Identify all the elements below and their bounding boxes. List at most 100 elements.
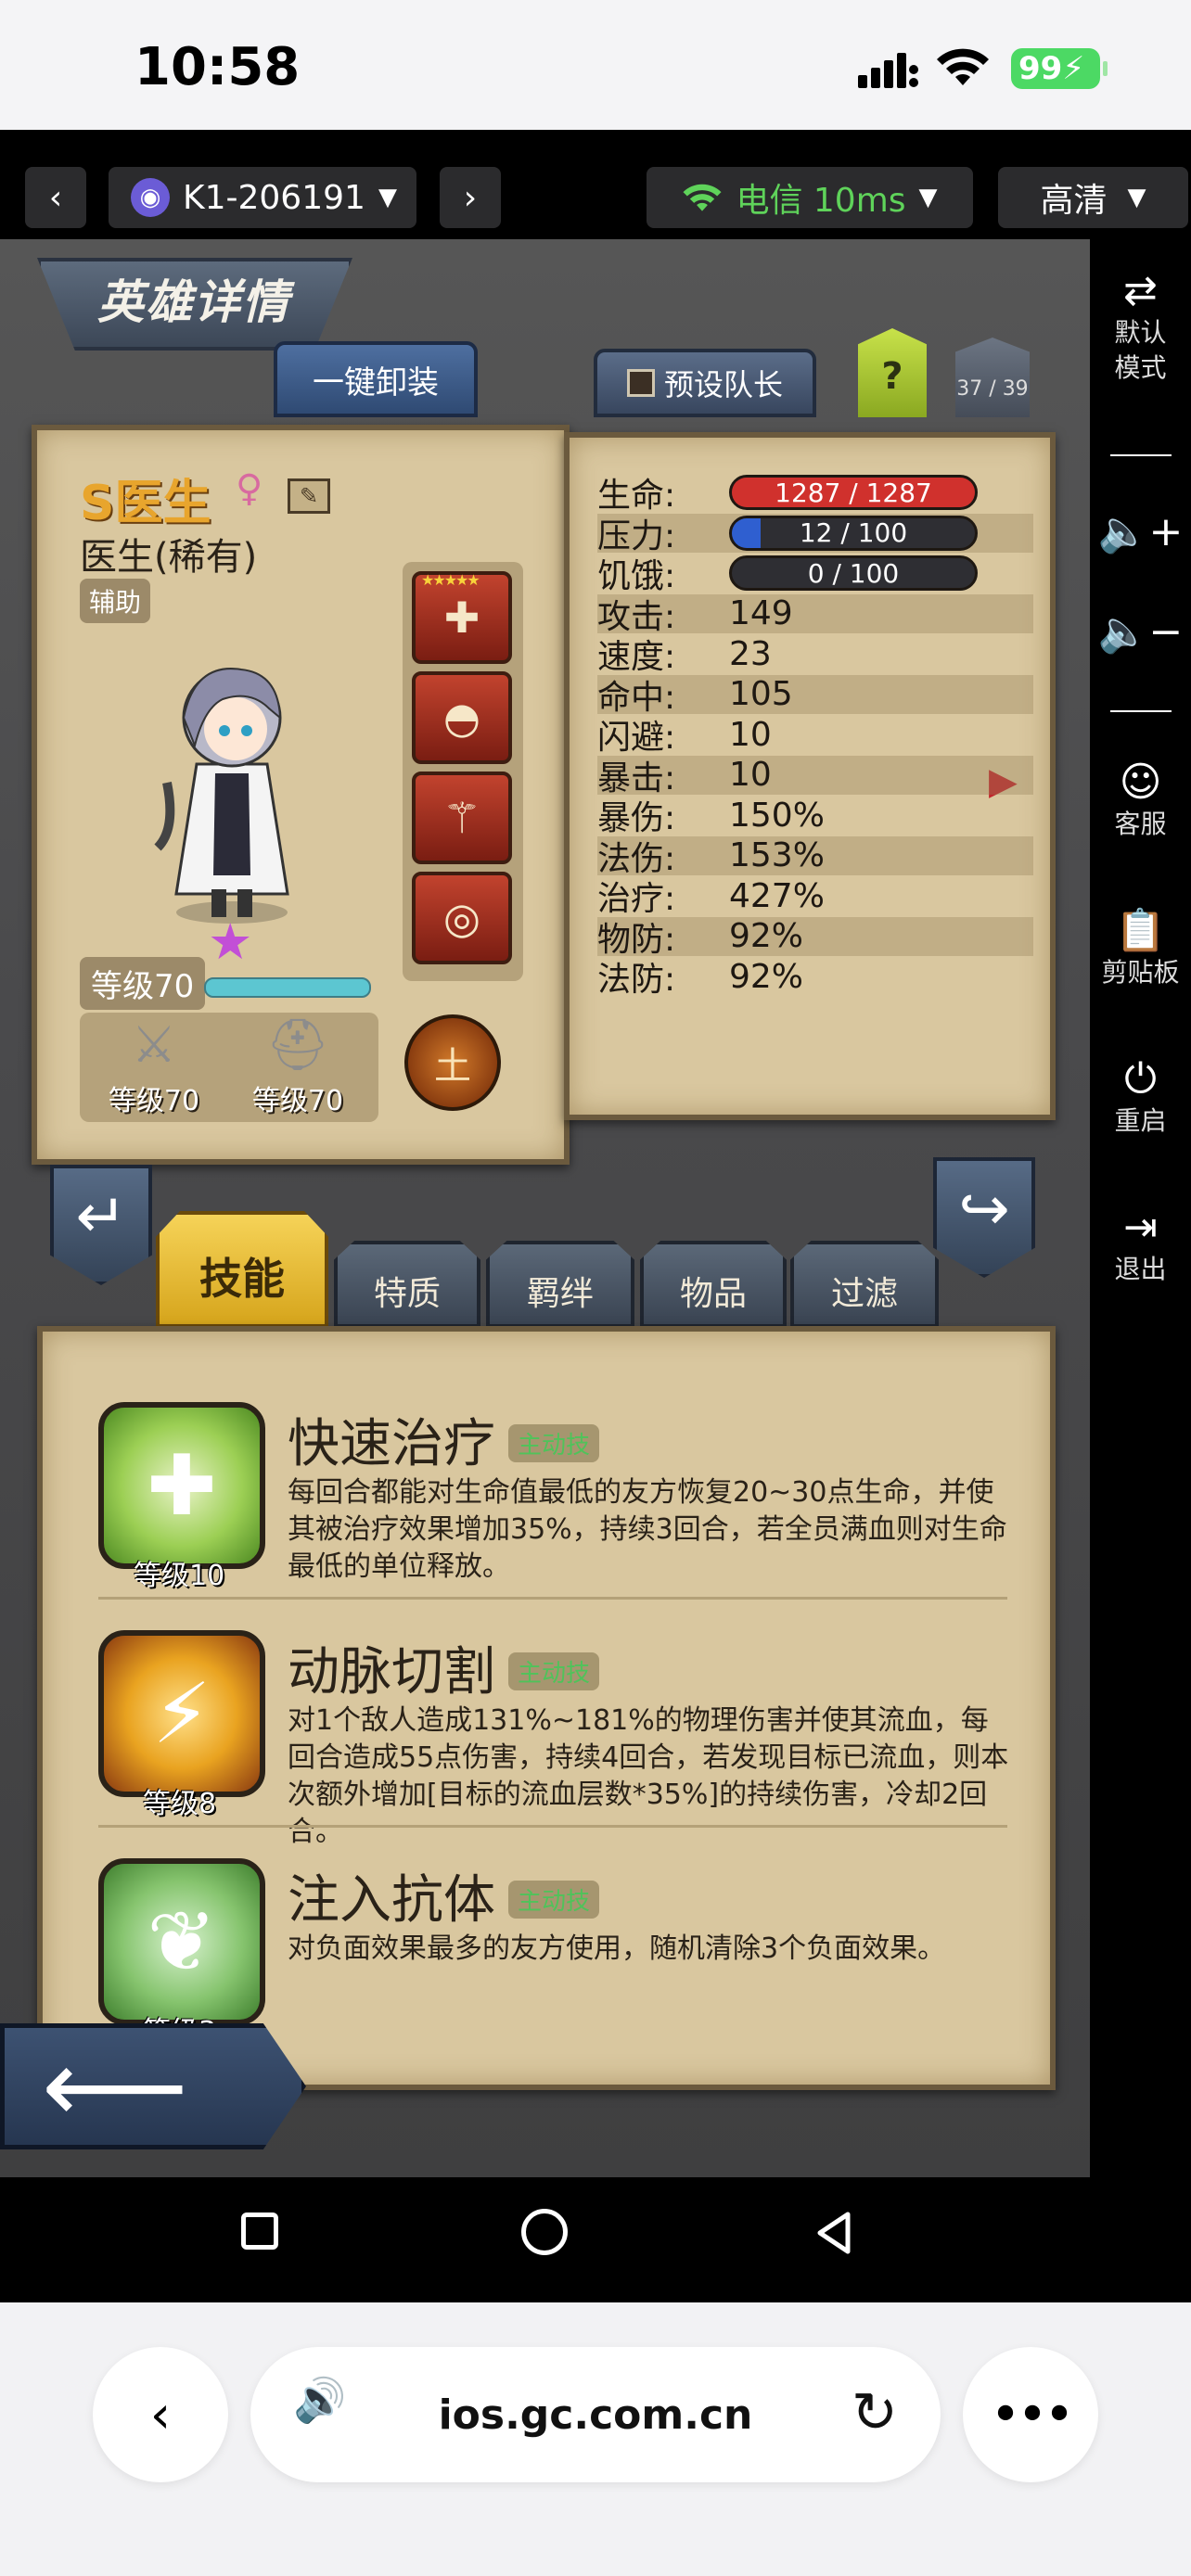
unequip-all-button[interactable]: 一键卸装 [274, 341, 478, 417]
volume-down-icon: 🔈− [1097, 608, 1184, 656]
browser-bar: ‹ 🔊 ios.gc.com.cn ↻ ••• [0, 2302, 1191, 2576]
help-button[interactable]: ? [858, 328, 927, 417]
stat-row: 命中: 105 [597, 674, 1033, 717]
prev-device-button[interactable]: ‹ [25, 167, 86, 228]
leaf-skill-icon: ❦ [98, 1858, 265, 2025]
device-selector[interactable]: ◉ K1-206191 ▼ [109, 167, 416, 228]
support-button[interactable]: ☺ 客服 [1090, 759, 1191, 842]
quality-label: 高清 [1040, 182, 1108, 220]
skill-level: 等级8 [143, 1788, 217, 1820]
stat-value: 427% [729, 876, 825, 915]
stat-bar: 1287 / 1287 [729, 475, 978, 510]
stars-icon: ★★★★★ [421, 571, 480, 589]
exit-button[interactable]: ⇥ 退出 [1090, 1204, 1191, 1287]
clipboard-icon: 📋 [1115, 907, 1166, 954]
prev-hero-button[interactable]: ↵ [50, 1165, 152, 1285]
edit-name-icon[interactable]: ✎ [288, 478, 330, 514]
blade-skill-icon: ⚡ [98, 1630, 265, 1797]
weapon-level: 等级70 [108, 1085, 200, 1117]
recent-apps-icon[interactable] [241, 2213, 278, 2250]
equip-slot-ring[interactable]: ◎ [412, 872, 512, 964]
cellular-signal-icon [858, 53, 918, 88]
equip-slot-staff[interactable]: ⚚ [412, 772, 512, 864]
stat-row: 闪避: 10 [597, 715, 1033, 758]
tab-traits[interactable]: 特质 [334, 1241, 480, 1328]
clipboard-button[interactable]: 📋 剪贴板 [1090, 907, 1191, 990]
caret-down-icon: ▼ [378, 184, 397, 211]
browser-back-button[interactable]: ‹ [93, 2347, 228, 2482]
clipboard-label: 剪贴板 [1101, 957, 1180, 988]
forward-arrow-icon: ↪ [958, 1172, 1010, 1244]
battery-level: 99 [1018, 50, 1063, 87]
volume-down-button[interactable]: 🔈− [1090, 608, 1191, 657]
preset-captain-checkbox[interactable] [626, 369, 655, 397]
stat-row: 饥饿: 0 / 100 [597, 554, 1033, 595]
rarity-star-icon: ★ [208, 912, 253, 971]
skills-panel: ✚ 等级10 快速治疗 主动技 每回合都能对生命值最低的友方恢复20~30点生命… [37, 1326, 1056, 2090]
stat-value: 10 [729, 715, 772, 754]
exit-label: 退出 [1114, 1254, 1167, 1284]
back-arrow-icon: ⟵ [42, 2027, 188, 2146]
power-icon: ⏻ [1124, 1055, 1157, 1103]
restart-button[interactable]: ⏻ 重启 [1090, 1055, 1191, 1139]
tab-filter[interactable]: 过滤 [790, 1241, 939, 1328]
hero-count: 37 / 39 [955, 338, 1030, 417]
skill-item[interactable]: ✚ 等级10 快速治疗 主动技 每回合都能对生命值最低的友方恢复20~30点生命… [98, 1402, 1007, 1597]
next-device-button[interactable]: › [440, 167, 501, 228]
armor-slot[interactable]: ⛑ 等级70 [233, 1013, 363, 1122]
hero-panel: S医生 ♀ ✎ 医生(稀有) 辅助 ★ 等级70 ★★★★★ ✚ ◓ ⚚ ◎ ⚔… [32, 425, 570, 1165]
stat-value: 0 / 100 [807, 557, 900, 589]
stat-value: 149 [729, 594, 793, 632]
helmet-icon: ⛑ [265, 1015, 330, 1074]
weapon-slot[interactable]: ⚔ 等级70 [89, 1013, 219, 1122]
tab-items[interactable]: 物品 [640, 1241, 787, 1328]
default-mode-button[interactable]: ⇄ 默认 模式 [1090, 267, 1191, 386]
device-id: K1-206191 [183, 178, 365, 217]
heal-skill-icon: ✚ [98, 1402, 265, 1569]
game-screen[interactable]: 英雄详情 一键卸装 预设队长 ? 37 / 39 S医生 ♀ ✎ 医生(稀有) … [0, 239, 1090, 2177]
equip-slot-medkit[interactable]: ★★★★★ ✚ [412, 571, 512, 664]
equip-slot-helmet[interactable]: ◓ [412, 671, 512, 764]
caret-down-icon: ▼ [918, 184, 938, 211]
next-hero-button[interactable]: ↪ [933, 1157, 1035, 1278]
hero-portrait[interactable] [139, 644, 325, 931]
chevron-left-icon: ‹ [48, 178, 63, 217]
hero-role-badge: 辅助 [80, 579, 151, 623]
earth-element-icon[interactable]: 土 [404, 1014, 501, 1111]
experience-bar [204, 977, 371, 998]
preset-captain-label: 预设队长 [663, 367, 783, 402]
stat-value: 92% [729, 917, 804, 955]
hero-class: 医生(稀有) [80, 536, 258, 579]
stat-row: 治疗: 427% [597, 876, 1033, 919]
stat-row: 暴伤: 150% [597, 796, 1033, 838]
tab-bonds[interactable]: 羁绊 [486, 1241, 634, 1328]
stat-row: 物防: 92% [597, 916, 1033, 959]
preset-captain-button[interactable]: 预设队长 [594, 349, 816, 417]
volume-up-button[interactable]: 🔈+ [1090, 508, 1191, 556]
address-bar[interactable]: 🔊 ios.gc.com.cn ↻ [250, 2347, 941, 2482]
network-status: 电信 10ms [736, 182, 906, 220]
ellipsis-icon: ••• [990, 2384, 1074, 2445]
network-selector[interactable]: 电信 10ms ▼ [647, 167, 973, 228]
restart-label: 重启 [1114, 1105, 1167, 1136]
url-text: ios.gc.com.cn [438, 2391, 753, 2439]
reload-icon[interactable]: ↻ [852, 2380, 898, 2445]
quality-selector[interactable]: 高清 ▼ [998, 167, 1188, 228]
stat-value: 92% [729, 957, 804, 996]
default-mode-label: 默认 模式 [1114, 317, 1167, 383]
skill-description: 每回合都能对生命值最低的友方恢复20~30点生命，并使其被治疗效果增加35%，持… [288, 1476, 1007, 1583]
skill-name: 快速治疗 [288, 1414, 495, 1474]
more-options-button[interactable]: ••• [963, 2347, 1098, 2482]
staff-icon: ⚚ [442, 793, 481, 843]
skill-item[interactable]: ⚡ 等级8 动脉切割 主动技 对1个敌人造成131%~181%的物理伤害并使其流… [98, 1630, 1008, 1848]
home-icon[interactable] [521, 2209, 568, 2255]
wifi-icon [683, 184, 722, 211]
stats-panel: ▶ 生命: 1287 / 1287 压力: 12 / 100 饥饿: 0 / 100 攻击:… [564, 432, 1056, 1120]
stat-value: 12 / 100 [799, 517, 908, 548]
return-arrow-icon: ↵ [75, 1180, 127, 1252]
back-triangle-icon[interactable] [813, 2211, 855, 2255]
tab-skills[interactable]: 技能 [156, 1211, 328, 1328]
chevron-left-icon: ‹ [149, 2384, 172, 2445]
back-button[interactable]: ⟵ [0, 2023, 306, 2149]
medkit-icon: ✚ [443, 593, 480, 643]
